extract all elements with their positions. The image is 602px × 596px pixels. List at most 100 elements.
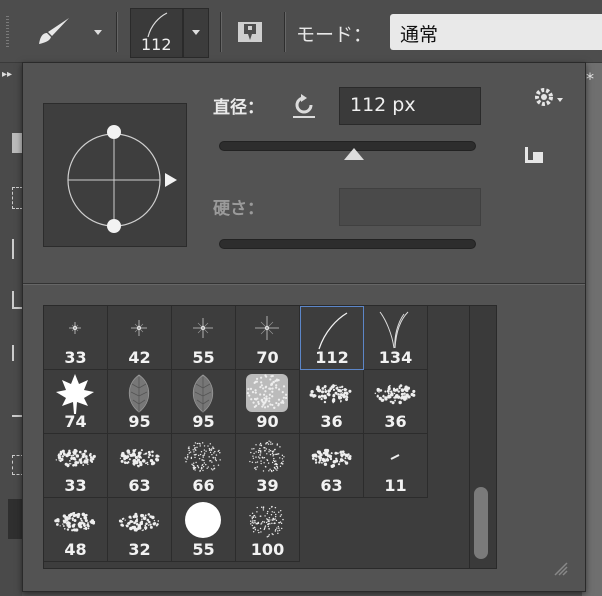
star-brush-icon — [172, 308, 235, 348]
preset-list-scroll-thumb[interactable] — [474, 487, 488, 559]
spray-brush-icon — [236, 436, 299, 476]
texture-brush-icon — [236, 372, 299, 412]
brush-preset-cell[interactable]: 112 — [300, 306, 364, 370]
brush-size-label: 39 — [256, 476, 279, 495]
splatter-brush-icon — [44, 436, 107, 476]
eyedropper-tool-icon[interactable] — [12, 403, 22, 417]
brush-preset-cell[interactable]: 95 — [108, 370, 172, 434]
blend-mode-value: 通常 — [400, 24, 439, 46]
brush-preset-cell[interactable]: 63 — [300, 434, 364, 498]
move-tool-icon[interactable] — [12, 133, 22, 153]
maple-leaf-brush-icon — [44, 372, 107, 414]
brush-preset-cell[interactable]: 55 — [172, 306, 236, 370]
splatter-brush-icon — [300, 436, 363, 476]
brush-tool-icon[interactable] — [34, 14, 74, 50]
tool-options-bar: 112 モード： 通常 — [0, 0, 602, 63]
spray-brush-icon — [236, 500, 299, 540]
size-value: 112 px — [350, 94, 416, 116]
brush-tool-active-icon[interactable] — [8, 499, 22, 539]
brush-size-label: 48 — [64, 540, 87, 559]
brush-size-label: 70 — [256, 348, 279, 367]
size-input[interactable]: 112 px — [339, 87, 481, 125]
brush-size-label: 33 — [64, 348, 87, 367]
reset-size-icon[interactable] — [291, 93, 317, 119]
brush-preset-cell[interactable]: 36 — [300, 370, 364, 434]
preset-size-label: 112 — [141, 35, 172, 54]
brush-preset-cell[interactable]: 42 — [108, 306, 172, 370]
brush-size-label: 42 — [128, 348, 151, 367]
brush-size-label: 95 — [192, 412, 215, 431]
brush-size-label: 63 — [320, 476, 343, 495]
brush-size-label: 33 — [64, 476, 87, 495]
brush-preset-grid: 33 42 55 70 112 134 74 95 95 90 36 36 33 63 66 39 63 11 48… — [43, 305, 472, 569]
brush-preset-cell[interactable]: 63 — [108, 434, 172, 498]
star-brush-icon — [44, 308, 107, 348]
tool-preset-dropdown-icon[interactable] — [94, 30, 102, 35]
brush-preset-cell[interactable]: 36 — [364, 370, 428, 434]
panel-divider — [23, 283, 585, 284]
brush-preset-cell[interactable]: 70 — [236, 306, 300, 370]
brush-preset-cell[interactable]: 11 — [364, 434, 428, 498]
brush-size-label: 95 — [128, 412, 151, 431]
star-brush-icon — [236, 308, 299, 348]
brush-preset-cell[interactable]: 66 — [172, 434, 236, 498]
star-brush-icon — [108, 308, 171, 348]
brush-preset-cell[interactable]: 33 — [44, 306, 108, 370]
brush-preset-cell[interactable]: 48 — [44, 498, 108, 562]
brush-tip-shape-preview[interactable] — [43, 103, 187, 247]
panel-collapse-icon[interactable]: ▸▸ — [2, 69, 12, 80]
brush-preset-cell[interactable]: 134 — [364, 306, 428, 370]
brush-preset-cell[interactable]: 33 — [44, 434, 108, 498]
splatter-brush-icon — [108, 500, 171, 540]
document-tab-marker: * — [586, 69, 594, 88]
brush-panel-toggle-icon[interactable] — [234, 20, 266, 46]
brush-preset-cell[interactable]: 90 — [236, 370, 300, 434]
brush-preset-cell[interactable]: 39 — [236, 434, 300, 498]
brush-size-label: 100 — [250, 540, 285, 559]
leaf-brush-icon — [172, 372, 235, 413]
tools-panel: ▸▸ — [0, 63, 24, 596]
brush-size-label: 63 — [128, 476, 151, 495]
brush-size-label: 11 — [384, 476, 407, 495]
grass-stroke-brush-icon — [364, 308, 427, 349]
splatter-brush-icon — [44, 500, 107, 540]
splatter-brush-icon — [108, 436, 171, 476]
brush-preset-picker[interactable]: 112 — [130, 8, 183, 58]
brush-size-label: 55 — [192, 348, 215, 367]
settings-gear-icon[interactable] — [533, 85, 567, 109]
brush-preset-cell[interactable]: 100 — [236, 498, 300, 562]
splatter-brush-icon — [364, 372, 427, 412]
brush-preset-cell[interactable]: 74 — [44, 370, 108, 434]
round-hard-brush-icon — [172, 500, 235, 540]
brush-size-label: 66 — [192, 476, 215, 495]
brush-size-label: 134 — [378, 348, 413, 367]
brush-size-label: 32 — [128, 540, 151, 559]
new-preset-icon[interactable] — [523, 143, 547, 165]
chevron-down-icon — [192, 30, 200, 35]
brush-size-label: 90 — [256, 412, 279, 431]
mode-label: モード： — [296, 24, 373, 46]
brush-size-label: 36 — [320, 412, 343, 431]
brush-size-label: 74 — [64, 412, 87, 431]
brush-preset-cell[interactable]: 32 — [108, 498, 172, 562]
brush-preset-cell[interactable]: 95 — [172, 370, 236, 434]
splatter-brush-icon — [300, 372, 363, 412]
brush-size-label: 55 — [192, 540, 215, 559]
dash-brush-icon — [364, 436, 427, 476]
resize-grip-icon[interactable] — [553, 561, 569, 577]
hardness-label: 硬さ： — [213, 199, 264, 219]
brush-size-label: 36 — [384, 412, 407, 431]
options-bar-grip[interactable] — [6, 16, 9, 48]
blend-mode-select[interactable]: 通常 — [390, 14, 602, 50]
leaf-brush-icon — [108, 372, 171, 413]
brush-preset-picker-panel: 直径： 112 px 硬さ： 33 42 55 70 112 134 74 95 95 90 36 3… — [22, 62, 586, 592]
brush-preset-cell[interactable]: 55 — [172, 498, 236, 562]
grass-stroke-brush-icon — [301, 309, 363, 350]
spray-brush-icon — [172, 436, 235, 476]
size-label: 直径： — [213, 98, 264, 118]
hardness-slider-track — [219, 239, 476, 249]
brush-preset-dropdown-button[interactable] — [183, 8, 209, 58]
hardness-input — [339, 188, 481, 226]
size-slider-handle[interactable] — [344, 148, 365, 160]
brush-size-label: 112 — [315, 348, 349, 367]
